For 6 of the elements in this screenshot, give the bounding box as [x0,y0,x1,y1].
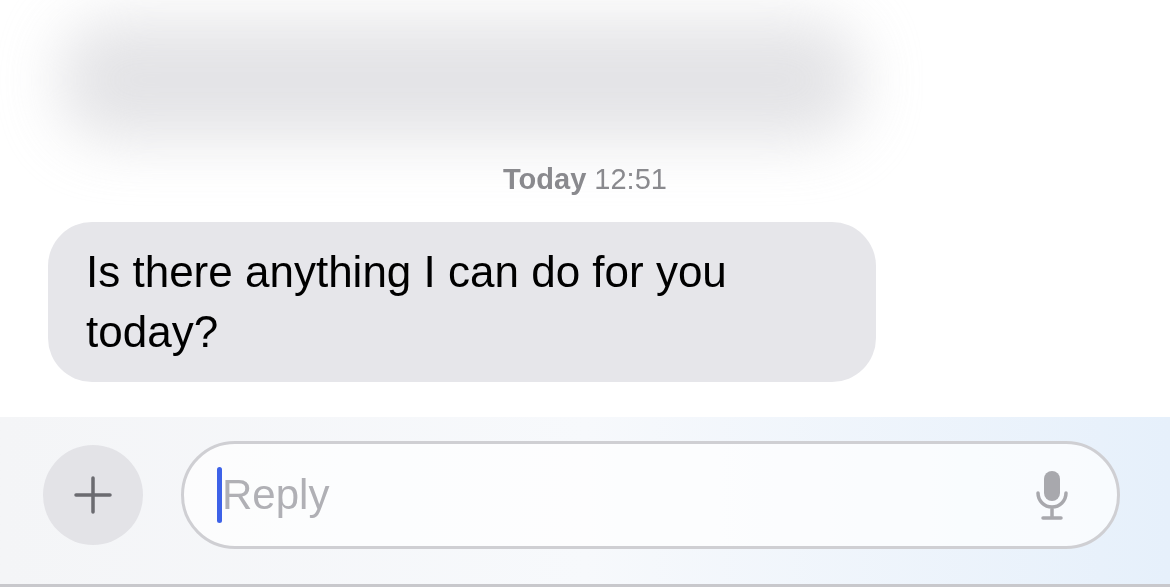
plus-icon [73,474,113,515]
reply-input[interactable]: Reply [222,463,1035,526]
microphone-icon [1035,468,1069,521]
message-bubble: Is there anything I can do for you today? [48,221,876,382]
reply-field[interactable]: Reply [181,440,1120,549]
message-timestamp: Today 12:51 [503,162,667,197]
